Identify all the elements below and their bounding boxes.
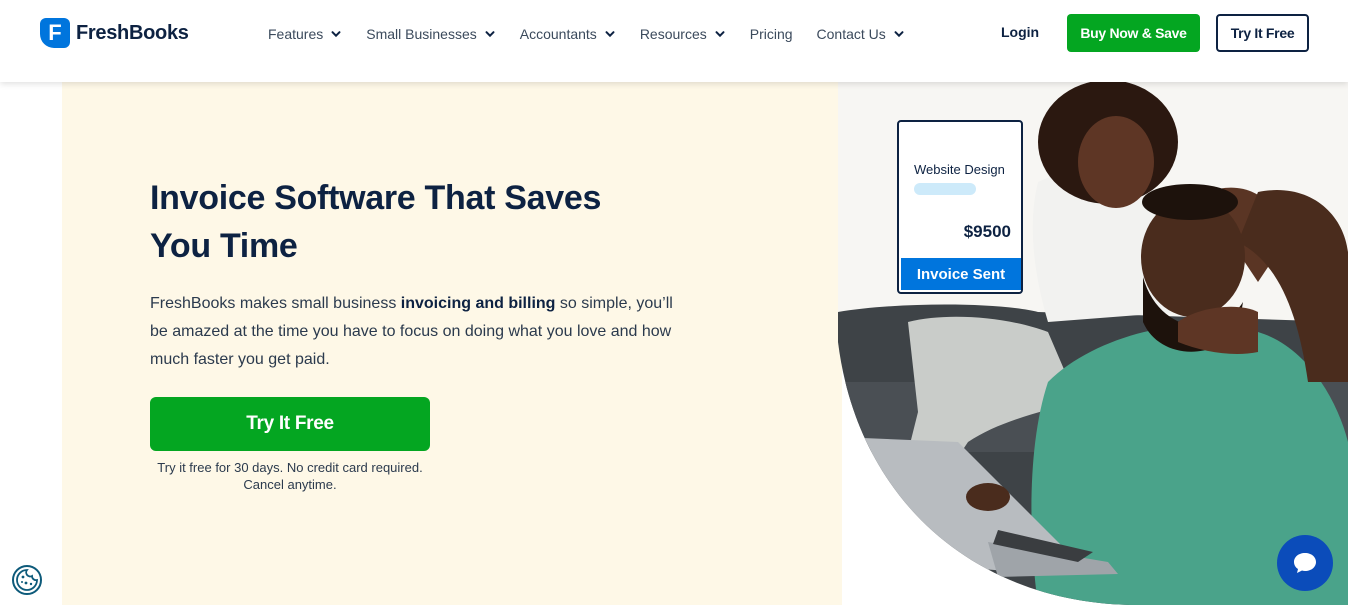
nav-item-resources[interactable]: Resources [640, 26, 726, 42]
invoice-status-badge: Invoice Sent [901, 258, 1021, 290]
chat-bubble-icon [1294, 553, 1316, 573]
nav-item-label: Accountants [519, 26, 597, 42]
login-link[interactable]: Login [1001, 24, 1039, 40]
nav-item-accountants[interactable]: Accountants [520, 26, 616, 42]
try-free-header-button[interactable]: Try It Free [1216, 14, 1309, 52]
invoice-item-label: Website Design [914, 162, 1005, 177]
nav-item-label: Pricing [749, 26, 793, 42]
nav-item-label: Small Businesses [366, 26, 477, 42]
chevron-down-icon [604, 28, 616, 40]
chevron-down-icon [484, 28, 496, 40]
cookie-icon [16, 569, 38, 591]
main-menu: Features Small Businesses Accountants Re… [268, 22, 929, 46]
hero-section: Invoice Software That Saves You Time Fre… [0, 82, 1348, 605]
nav-item-label: Resources [639, 26, 707, 42]
nav-item-pricing[interactable]: Pricing [750, 26, 793, 42]
hero-title: Invoice Software That Saves You Time [150, 179, 602, 265]
invoice-blurred-line [914, 183, 976, 195]
cookie-settings-button[interactable] [12, 565, 42, 595]
nav-item-features[interactable]: Features [268, 26, 342, 42]
logo-text: FreshBooks [76, 21, 189, 44]
invoice-amount: $9500 [963, 222, 1011, 241]
hero-desc-part: FreshBooks makes small business [150, 295, 401, 312]
chat-button[interactable] [1277, 535, 1333, 591]
try-free-cta-button[interactable]: Try It Free [150, 397, 430, 451]
nav-item-label: Contact Us [816, 26, 886, 42]
chevron-down-icon [893, 28, 905, 40]
hero-description: FreshBooks makes small business invoicin… [150, 290, 690, 374]
invoice-card: Website Design $9500 Invoice Sent [897, 120, 1023, 294]
logo-mark-icon: F [40, 18, 70, 48]
chevron-down-icon [330, 28, 342, 40]
cta-note: Try it free for 30 days. No credit card … [157, 460, 423, 492]
nav-item-label: Features [268, 26, 324, 42]
nav-item-contact-us[interactable]: Contact Us [817, 26, 905, 42]
top-navigation: F FreshBooks Features Small Businesses A… [0, 0, 1348, 82]
buy-now-button[interactable]: Buy Now & Save [1067, 14, 1200, 52]
freshbooks-logo[interactable]: F FreshBooks [40, 18, 189, 48]
hero-desc-bold: invoicing and billing [400, 295, 556, 312]
nav-item-small-businesses[interactable]: Small Businesses [366, 26, 496, 42]
chevron-down-icon [714, 28, 726, 40]
